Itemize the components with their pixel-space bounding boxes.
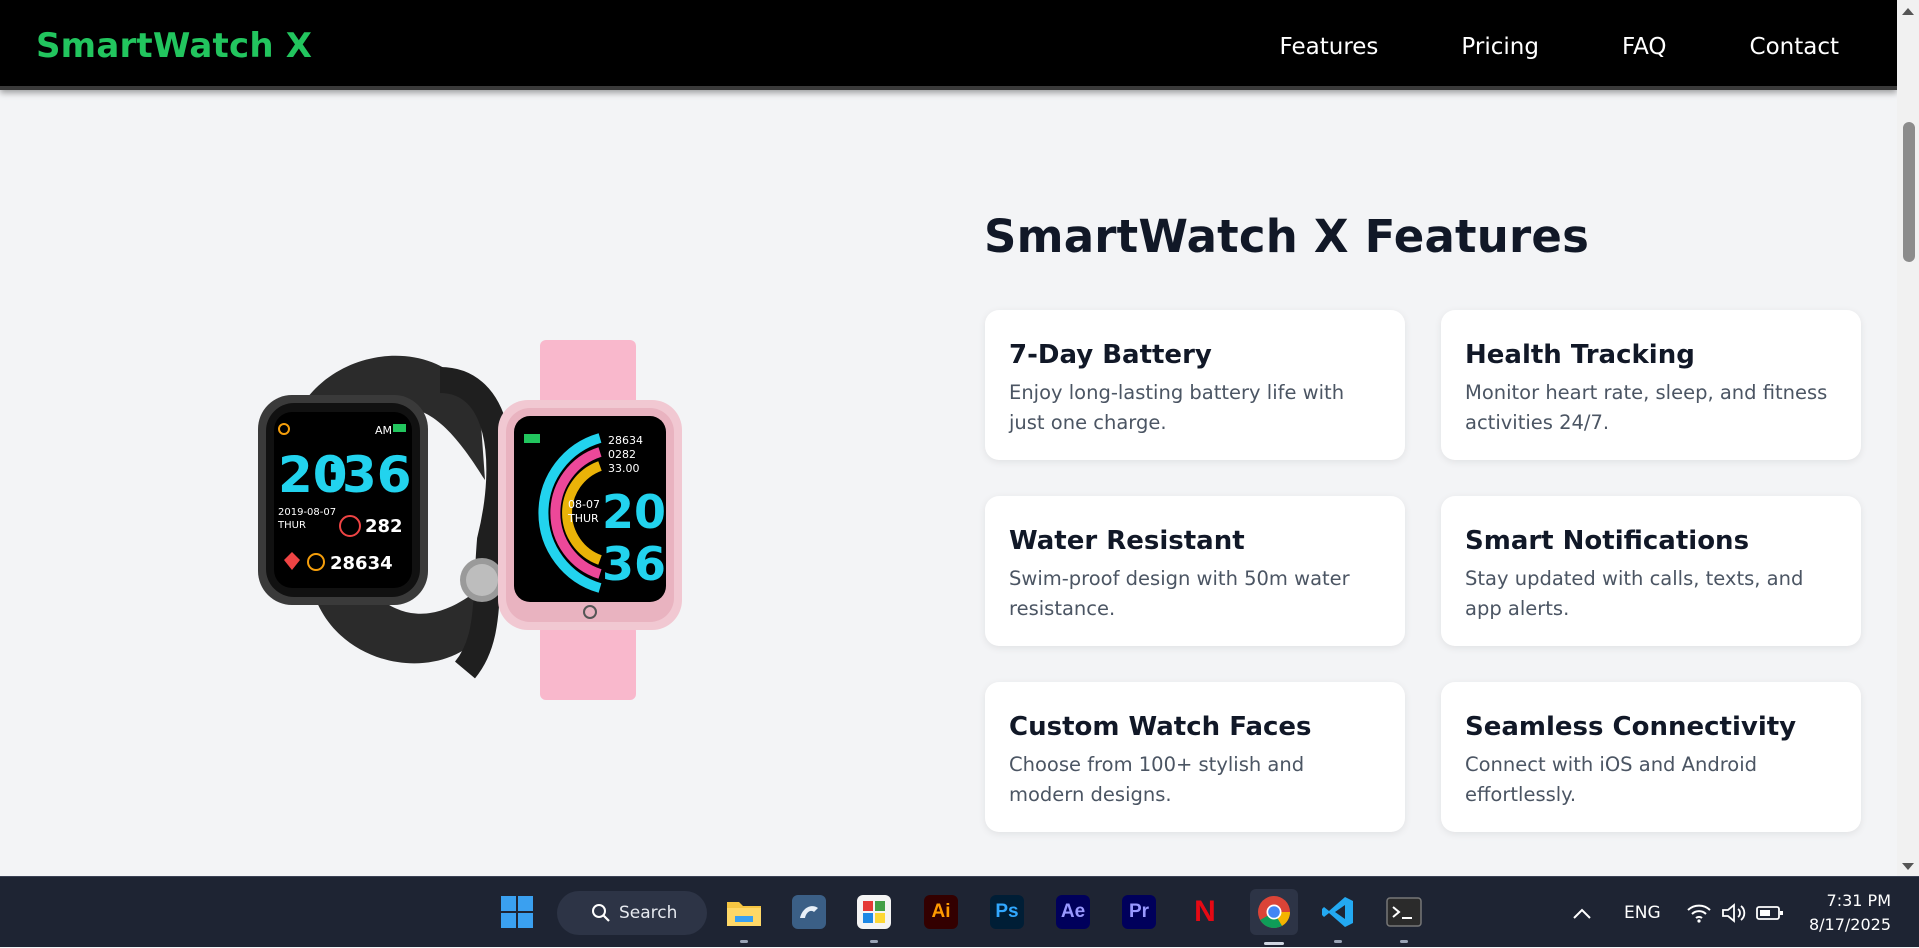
taskbar-file-explorer[interactable]: [723, 891, 765, 943]
navbar: SmartWatch X Features Pricing FAQ Contac…: [0, 0, 1897, 90]
black-watch-minute: 36: [342, 446, 412, 504]
taskbar-premiere-pro[interactable]: Pr: [1118, 891, 1160, 933]
chrome-icon: [1258, 896, 1290, 929]
pink-watch-minute: 36: [602, 537, 666, 591]
clock-time: 7:31 PM: [1826, 891, 1891, 910]
running-indicator: [1334, 940, 1342, 943]
feature-card-title: 7-Day Battery: [1009, 340, 1212, 370]
taskbar-terminal[interactable]: [1383, 891, 1425, 943]
scroll-down-arrow-icon[interactable]: [1902, 863, 1914, 870]
clock-date: 8/17/2025: [1808, 915, 1891, 934]
nav-link-pricing[interactable]: Pricing: [1461, 34, 1539, 60]
chevron-up-icon: [1573, 908, 1591, 919]
pink-watch-date: 08-07: [568, 498, 600, 511]
pink-watch-distance: 33.00: [608, 462, 640, 475]
taskbar-search[interactable]: Search: [557, 891, 707, 935]
volume-icon: [1722, 902, 1746, 923]
features-title: SmartWatch X Features: [984, 210, 1590, 263]
feature-card: Seamless Connectivity Connect with iOS a…: [1441, 682, 1861, 832]
browser-page: SmartWatch X Features Pricing FAQ Contac…: [0, 0, 1897, 876]
feature-card-desc: Connect with iOS and Android effortlessl…: [1465, 753, 1758, 806]
search-label: Search: [619, 903, 678, 923]
folder-icon: [727, 902, 761, 926]
feature-card-desc: Monitor heart rate, sleep, and fitness a…: [1465, 381, 1828, 434]
running-indicator: [1400, 940, 1408, 943]
feature-card-title: Smart Notifications: [1465, 526, 1750, 556]
vscode-icon: [1322, 897, 1353, 927]
pink-watch-heart: 0282: [608, 448, 636, 461]
premiere-pro-icon: Pr: [1122, 895, 1156, 929]
nav-links: Features Pricing FAQ Contact: [1280, 34, 1839, 60]
tray-status-group[interactable]: [1686, 877, 1784, 948]
running-indicator: [870, 940, 878, 943]
terminal-icon: [1386, 897, 1422, 927]
taskbar-mysql-workbench[interactable]: [788, 891, 830, 933]
feature-card: Smart Notifications Stay updated with ca…: [1441, 496, 1861, 646]
dolphin-icon: [792, 895, 826, 929]
black-watch-am: AM: [375, 424, 392, 437]
photoshop-icon: Ps: [990, 895, 1024, 929]
windows-logo-icon: [501, 896, 533, 928]
scroll-thumb[interactable]: [1903, 122, 1915, 262]
taskbar-clock[interactable]: 7:31 PM 8/17/2025: [1809, 889, 1891, 937]
search-icon: [592, 904, 610, 922]
illustrator-icon: Ai: [924, 895, 958, 929]
start-button[interactable]: [496, 891, 538, 933]
feature-card: Custom Watch Faces Choose from 100+ styl…: [985, 682, 1405, 832]
feature-card: 7-Day Battery Enjoy long-lasting battery…: [985, 310, 1405, 460]
netflix-icon: N: [1194, 895, 1216, 928]
taskbar-chrome[interactable]: [1250, 889, 1298, 945]
app-tile-icon: [857, 895, 891, 929]
nav-link-contact[interactable]: Contact: [1750, 34, 1839, 60]
feature-card-desc: Swim-proof design with 50m water resista…: [1009, 567, 1350, 620]
feature-card-desc: Choose from 100+ stylish and modern desi…: [1009, 753, 1305, 806]
battery-icon: [1756, 905, 1783, 920]
smartwatch-product-image: AM 20 : 36 2019-08-07 THUR 282 28634 286…: [258, 340, 682, 700]
after-effects-icon: Ae: [1056, 895, 1090, 929]
feature-card-title: Health Tracking: [1465, 340, 1695, 370]
pink-watch-hour: 20: [602, 485, 666, 539]
page-scrollbar[interactable]: [1897, 0, 1919, 876]
black-watch-heart: 282: [365, 516, 403, 537]
feature-card-desc: Enjoy long-lasting battery life with jus…: [1009, 381, 1345, 434]
black-watch-day: THUR: [277, 520, 306, 531]
taskbar-netflix[interactable]: N: [1184, 891, 1226, 933]
pink-watch-steps: 28634: [608, 434, 643, 447]
feature-card-title: Seamless Connectivity: [1465, 712, 1797, 742]
black-watch-date: 2019-08-07: [278, 507, 336, 518]
taskbar-after-effects[interactable]: Ae: [1052, 891, 1094, 933]
feature-card-desc: Stay updated with calls, texts, and app …: [1465, 567, 1804, 620]
brand-logo[interactable]: SmartWatch X: [36, 26, 312, 66]
nav-link-faq[interactable]: FAQ: [1622, 34, 1667, 60]
tray-overflow-button[interactable]: [1572, 877, 1592, 948]
running-indicator: [740, 940, 748, 943]
pink-watch-day: THUR: [567, 512, 599, 525]
language-indicator[interactable]: ENG: [1624, 877, 1661, 948]
black-watch-steps: 28634: [330, 553, 393, 574]
svg-text::: :: [326, 448, 344, 499]
taskbar: Search Ai Ps Ae Pr N ENG 7:31 PM 8/17/20…: [0, 876, 1919, 947]
feature-card-title: Custom Watch Faces: [1009, 712, 1312, 742]
taskbar-photoshop[interactable]: Ps: [986, 891, 1028, 933]
taskbar-vscode[interactable]: [1317, 891, 1359, 943]
feature-card: Water Resistant Swim-proof design with 5…: [985, 496, 1405, 646]
nav-link-features[interactable]: Features: [1280, 34, 1379, 60]
active-indicator: [1264, 942, 1284, 945]
taskbar-illustrator[interactable]: Ai: [920, 891, 962, 933]
wifi-icon: [1687, 904, 1711, 923]
scroll-up-arrow-icon[interactable]: [1902, 8, 1914, 15]
feature-card: Health Tracking Monitor heart rate, slee…: [1441, 310, 1861, 460]
taskbar-app-tile[interactable]: [853, 891, 895, 943]
feature-card-title: Water Resistant: [1009, 526, 1245, 556]
